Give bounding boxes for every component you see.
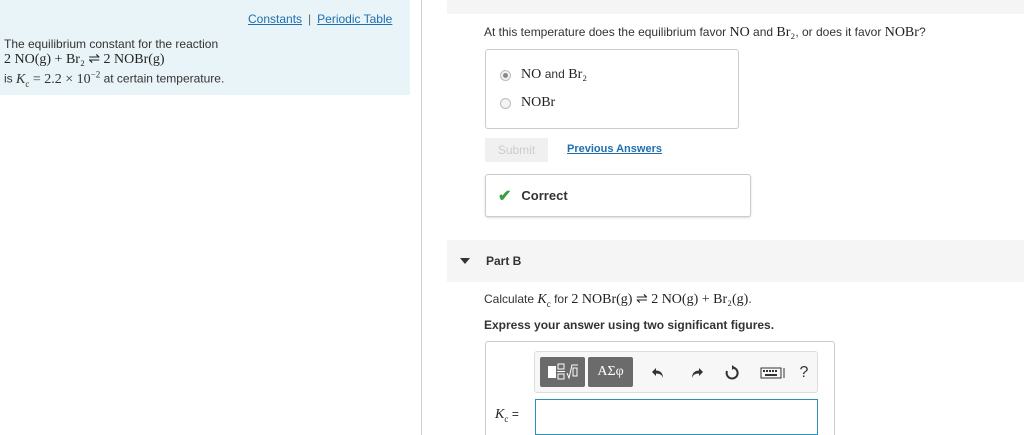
part-a-question: At this temperature does the equilibrium… — [484, 25, 926, 41]
q-species-nobr: NOBr — [884, 25, 919, 40]
calc-for: for — [554, 292, 569, 306]
q-pre: At this temperature does the equilibrium… — [484, 25, 727, 39]
answer-choices: NO and Br₂ NOBr — [485, 49, 739, 129]
resource-links: Constants | Periodic Table — [248, 12, 392, 26]
choice-no-br2[interactable]: NO and Br₂ — [500, 67, 587, 83]
choice-nobr[interactable]: NOBr — [500, 95, 555, 111]
problem-intro: The equilibrium constant for the reactio… — [4, 37, 219, 51]
q-and: and — [753, 25, 774, 39]
problem-kc-line: is Kc = 2.2 × 10−2 at certain temperatur… — [4, 67, 224, 91]
kc-subscript: c — [25, 78, 30, 89]
q-species-no: NO — [729, 25, 750, 40]
templates-button[interactable] — [540, 357, 585, 387]
calc-equation: 2 NOBr(g) ⇌ 2 NO(g) + Br₂(g) — [571, 292, 749, 307]
problem-kc: Kc = 2.2 × 10−2 — [16, 69, 101, 89]
templates-icon — [547, 363, 578, 380]
kc-symbol: K — [16, 71, 26, 87]
part-a-header-strip — [447, 0, 1024, 14]
periodic-table-link[interactable]: Periodic Table — [317, 12, 392, 26]
kc-answer-symbol: K — [495, 407, 505, 422]
radio-no-br2[interactable] — [500, 69, 511, 81]
problem-equation: 2 NO(g) + Br₂ ⇌ 2 NOBr(g) — [4, 52, 165, 67]
part-b-header[interactable] — [447, 240, 1024, 282]
q-end: ? — [918, 25, 926, 39]
c1-br2: Br₂ — [568, 67, 588, 82]
problem-tail: at certain temperature. — [103, 71, 225, 86]
express-instruction: Express your answer using two significan… — [484, 318, 775, 332]
calc-pre: Calculate — [484, 292, 535, 306]
part-b-question: Calculate Kc for 2 NOBr(g) ⇌ 2 NO(g) + B… — [484, 291, 752, 309]
calc-kc-sub: c — [546, 298, 551, 309]
kc-answer-sub: c — [504, 413, 509, 424]
choice-nobr-label: NOBr — [521, 95, 556, 110]
caret-down-icon[interactable] — [460, 258, 470, 264]
choice-no-br2-label: NO and Br₂ — [521, 67, 587, 83]
previous-answers-link[interactable]: Previous Answers — [567, 143, 662, 155]
kc-answer-input[interactable] — [535, 399, 818, 435]
q-species-br2: Br₂ — [776, 25, 796, 40]
kc-answer-label: Kc = — [495, 407, 519, 424]
part-b-title: Part B — [486, 254, 522, 268]
feedback-box: ✔ Correct — [485, 174, 751, 217]
problem-is: is — [4, 71, 13, 86]
math-toolbar: ΑΣφ ? — [534, 351, 818, 393]
radio-nobr[interactable] — [500, 97, 511, 109]
constants-link[interactable]: Constants — [248, 12, 302, 26]
submit-button[interactable]: Submit — [485, 138, 548, 162]
kc-value: = 2.2 × 10 — [32, 71, 91, 87]
calc-kc: Kc — [537, 292, 551, 309]
column-divider — [421, 0, 422, 435]
calc-kc-symbol: K — [537, 292, 547, 307]
q-mid: , or does it favor — [795, 25, 882, 39]
c1-no: NO — [521, 67, 542, 82]
greek-symbols-button[interactable]: ΑΣφ — [588, 357, 633, 387]
checkmark-icon: ✔ — [498, 187, 512, 205]
calc-end: . — [748, 292, 752, 306]
problem-statement: The equilibrium constant for the reactio… — [4, 37, 224, 91]
c1-and: and — [544, 67, 565, 81]
keyboard-icon[interactable] — [758, 362, 788, 384]
kc-exponent: −2 — [90, 69, 101, 79]
redo-icon[interactable] — [685, 362, 707, 384]
kc-answer-equals: = — [511, 407, 519, 421]
undo-icon[interactable] — [648, 362, 670, 384]
link-separator: | — [308, 12, 312, 26]
help-icon[interactable]: ? — [793, 362, 815, 384]
reset-icon[interactable] — [721, 362, 743, 384]
feedback-text: Correct — [521, 188, 568, 203]
